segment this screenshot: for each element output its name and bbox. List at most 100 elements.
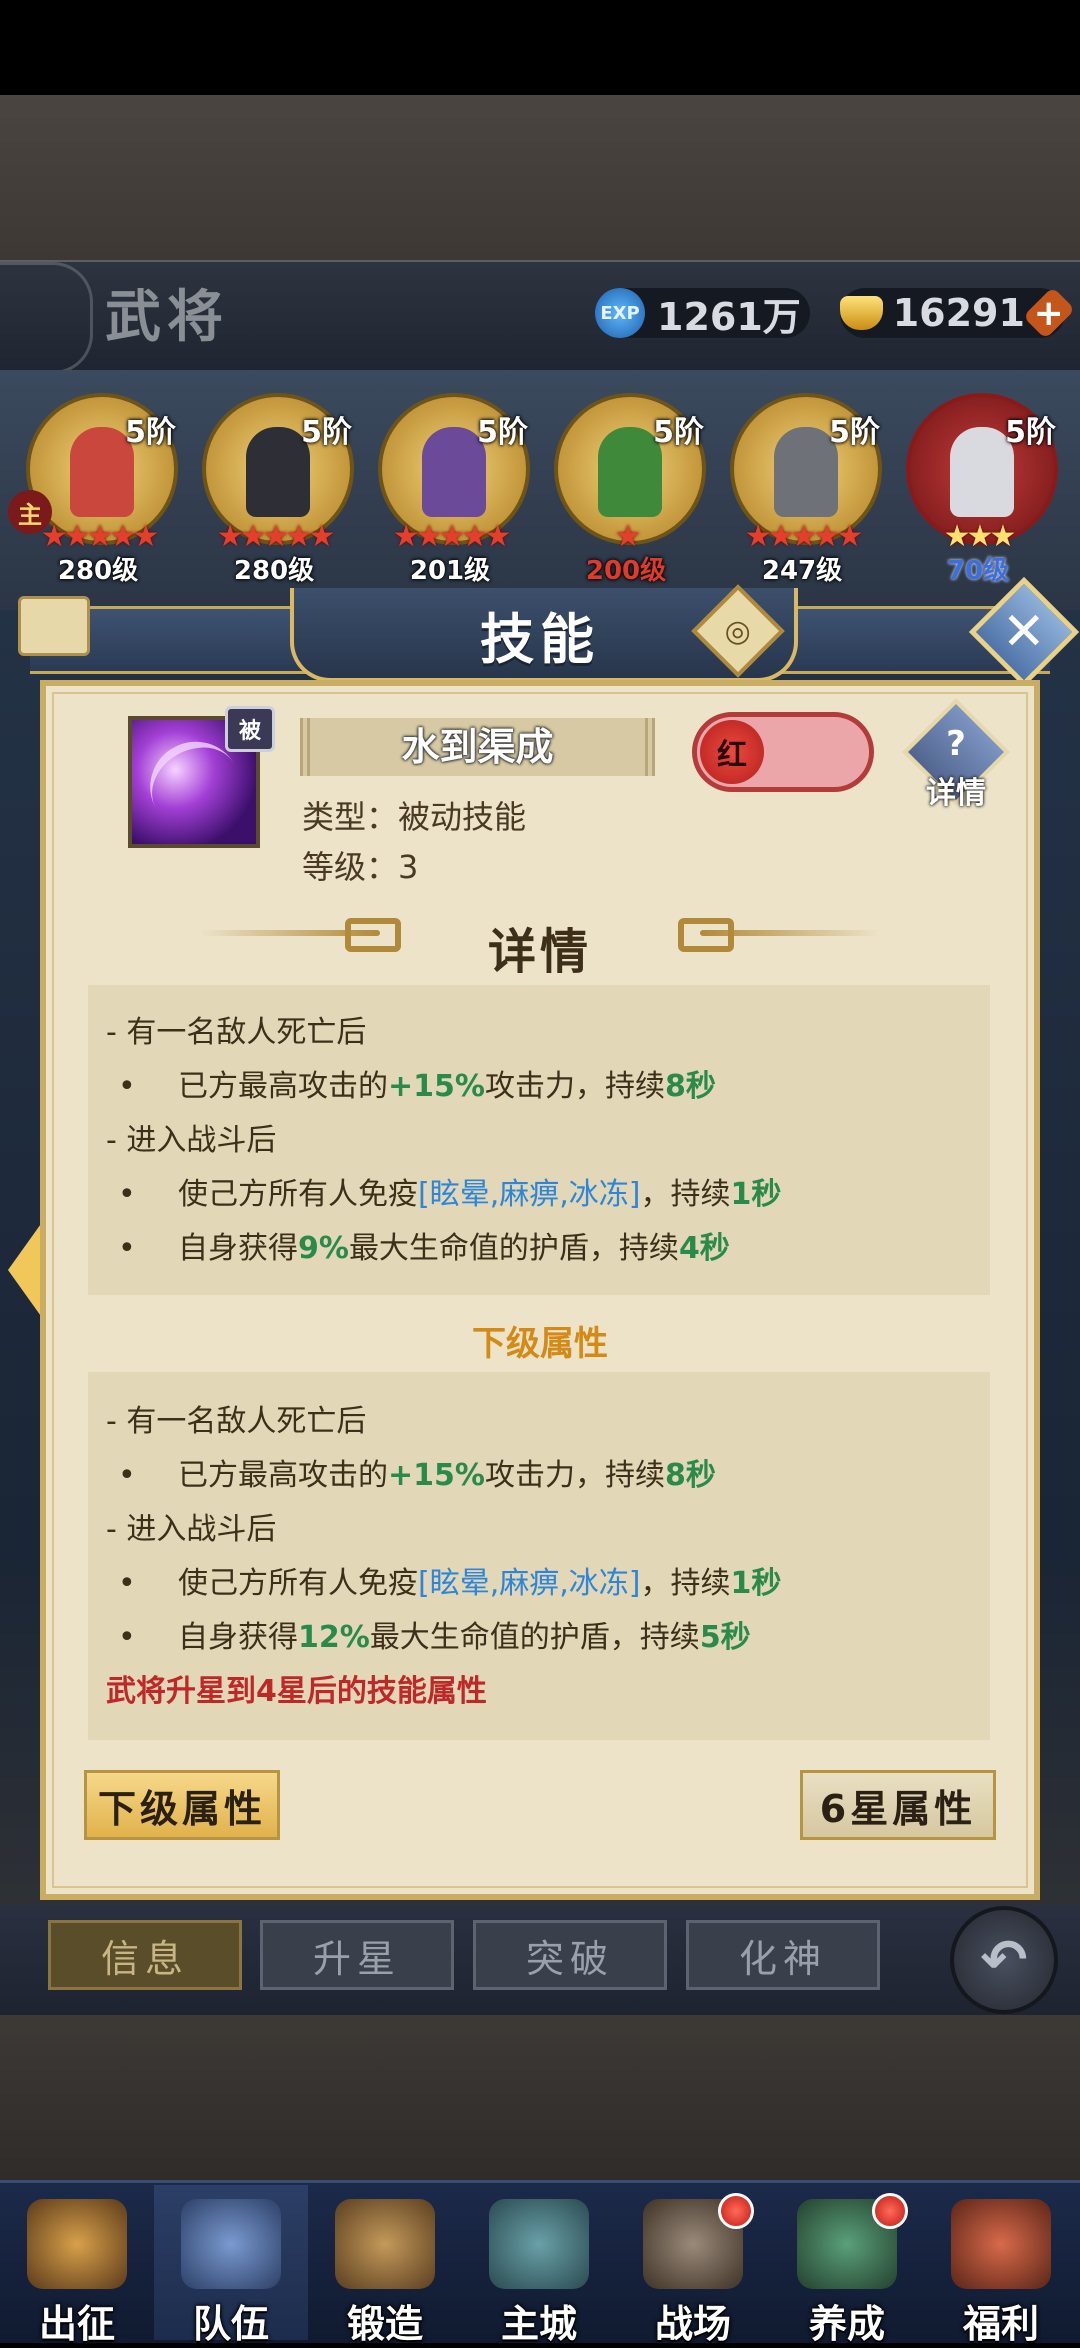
- hero-stars: ★★★: [943, 519, 1017, 554]
- current-effects: - 有一名敌人死亡后 • 已方最高攻击的+15%攻击力，持续8秒 - 进入战斗后 …: [88, 985, 990, 1295]
- hero-level: 70级: [946, 556, 1010, 586]
- effect-text: 自身获得: [178, 1620, 298, 1655]
- hero-tier: 5阶: [653, 415, 704, 450]
- nav-city[interactable]: 主城: [462, 2185, 616, 2346]
- effect-duration: 8秒: [664, 1458, 716, 1493]
- effect-line: • 使己方所有人免疫[眩晕,麻痹,冰冻]，持续1秒: [118, 1169, 781, 1213]
- skill-type: 类型：被动技能: [302, 798, 527, 836]
- close-icon: ✕: [1002, 601, 1046, 662]
- tab-deify[interactable]: 化神: [686, 1920, 880, 1990]
- hero-level: 201级: [409, 556, 491, 586]
- pavilion-icon: [951, 2199, 1051, 2289]
- notification-dot-icon: [718, 2193, 754, 2229]
- next-level-title: 下级属性: [472, 1324, 608, 1364]
- effect-line: • 使己方所有人免疫[眩晕,麻痹,冰冻]，持续1秒: [118, 1558, 781, 1602]
- hero-card[interactable]: 5阶 ★★★★★ 247级: [722, 385, 882, 600]
- effect-text: ，持续: [640, 1566, 731, 1601]
- search-icon: ◎: [724, 613, 752, 649]
- tab-star-up[interactable]: 升星: [260, 1920, 454, 1990]
- hero-card-selected[interactable]: 5阶 ★★★ 70级: [898, 385, 1058, 600]
- effect-duration: 1秒: [730, 1177, 782, 1212]
- hero-card[interactable]: 5阶 ★★★★★ 201级: [370, 385, 530, 600]
- effect-value: 9%: [298, 1231, 349, 1266]
- bullet-icon: •: [118, 1620, 136, 1655]
- effect-line: • 自身获得12%最大生命值的护盾，持续5秒: [118, 1612, 751, 1656]
- effect-duration: 8秒: [664, 1069, 716, 1104]
- top-banner: [0, 95, 1080, 260]
- immunity-list: [眩晕,麻痹,冰冻]: [418, 1177, 641, 1212]
- title-ornament-icon: [0, 262, 93, 374]
- effect-text: 已方最高攻击的: [178, 1069, 388, 1104]
- hero-tier: 5阶: [125, 415, 176, 450]
- effect-value: 12%: [298, 1620, 370, 1655]
- cloud-knot-icon: [678, 918, 734, 952]
- hero-card[interactable]: 5阶 ★★★★★ 280级: [18, 385, 178, 600]
- effect-line: • 已方最高攻击的+15%攻击力，持续8秒: [118, 1061, 716, 1105]
- effect-text: 攻击力，持续: [484, 1069, 665, 1104]
- section-title: 详情: [487, 924, 592, 980]
- hero-tier: 5阶: [301, 415, 352, 450]
- effect-text: 已方最高攻击的: [178, 1458, 388, 1493]
- status-bar: [0, 0, 1080, 95]
- nav-welfare[interactable]: 福利: [924, 2185, 1078, 2346]
- skill-level: 等级：3: [302, 848, 419, 886]
- question-icon: ?: [946, 724, 966, 764]
- cloud-knot-icon: [345, 918, 401, 952]
- hero-stars: ★★★★★: [744, 519, 863, 554]
- hero-card[interactable]: 5阶 ★★★★★ 280级: [194, 385, 354, 600]
- hero-tier: 5阶: [1005, 415, 1056, 450]
- bullet-icon: •: [118, 1231, 136, 1266]
- hero-card[interactable]: 5阶 ★ 200级: [546, 385, 706, 600]
- bullet-icon: •: [118, 1069, 136, 1104]
- detail-label: 详情: [926, 776, 986, 811]
- hero-stars: ★: [614, 519, 642, 554]
- passive-badge: 被: [225, 706, 275, 752]
- hero-tier: 5阶: [829, 415, 880, 450]
- next-level-attr-button[interactable]: 下级属性: [84, 1770, 280, 1840]
- grade-badge: 红: [700, 720, 764, 784]
- effect-duration: 5秒: [699, 1620, 751, 1655]
- upgrade-note: 武将升星到4星后的技能属性: [106, 1674, 487, 1709]
- nav-battlefield[interactable]: 战场: [616, 2185, 770, 2346]
- anvil-icon: [335, 2199, 435, 2289]
- panel-scroll-end-icon: [18, 596, 90, 656]
- effect-value: +15%: [388, 1069, 485, 1104]
- hero-stars: ★★★★★: [216, 519, 335, 554]
- six-star-attr-button[interactable]: 6星属性: [800, 1770, 996, 1840]
- effect-line: • 自身获得9%最大生命值的护盾，持续4秒: [118, 1223, 730, 1267]
- immunity-list: [眩晕,麻痹,冰冻]: [418, 1566, 641, 1601]
- effect-text: 自身获得: [178, 1231, 298, 1266]
- bullet-icon: •: [118, 1566, 136, 1601]
- gold-ingot-icon: [840, 296, 883, 330]
- nav-team[interactable]: 队伍: [154, 2185, 308, 2346]
- effect-duration: 1秒: [730, 1566, 782, 1601]
- hero-stars: ★★★★★: [392, 519, 511, 554]
- hero-level: 200级: [585, 556, 667, 586]
- hero-level: 280级: [233, 556, 315, 586]
- nav-expedition[interactable]: 出征: [0, 2185, 154, 2346]
- tab-info[interactable]: 信息: [48, 1920, 242, 1990]
- bullet-icon: •: [118, 1177, 136, 1212]
- exp-icon: EXP: [595, 288, 645, 338]
- hero-level: 247级: [761, 556, 843, 586]
- exp-value: 1261万: [657, 294, 801, 339]
- effect-value: +15%: [388, 1458, 485, 1493]
- nav-cultivate[interactable]: 养成: [770, 2185, 924, 2346]
- nav-forge[interactable]: 锻造: [308, 2185, 462, 2346]
- next-level-effects: - 有一名敌人死亡后 • 已方最高攻击的+15%攻击力，持续8秒 - 进入战斗后 …: [88, 1372, 990, 1740]
- hero-level: 280级: [57, 556, 139, 586]
- tab-breakthrough[interactable]: 突破: [473, 1920, 667, 1990]
- bullet-icon: •: [118, 1458, 136, 1493]
- effect-text: 使己方所有人免疫: [178, 1177, 418, 1212]
- skill-name: 水到渠成: [401, 725, 554, 769]
- effect-text: 攻击力，持续: [484, 1458, 665, 1493]
- main-hero-tag: 主: [8, 490, 52, 534]
- effect-duration: 4秒: [678, 1231, 730, 1266]
- effect-trigger: - 进入战斗后: [106, 1512, 277, 1547]
- back-button[interactable]: ↶: [950, 1906, 1058, 2014]
- effect-trigger: - 进入战斗后: [106, 1123, 277, 1158]
- effect-text: 使己方所有人免疫: [178, 1566, 418, 1601]
- gold-value: 16291: [892, 291, 1025, 335]
- helmet-icon: [181, 2199, 281, 2289]
- effect-text: ，持续: [640, 1177, 731, 1212]
